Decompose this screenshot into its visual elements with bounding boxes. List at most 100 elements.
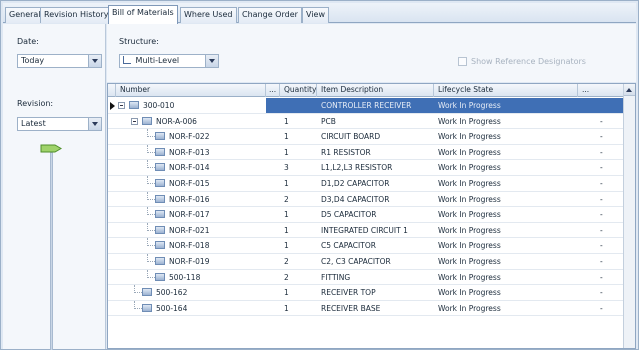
item-number[interactable]: 500-164	[156, 301, 266, 316]
tree-connector	[134, 300, 142, 309]
structure-area: Structure: Multi-Level Show Reference De…	[107, 24, 636, 82]
tab-general[interactable]: General	[5, 7, 45, 23]
item-lifecycle-state: Work In Progress	[438, 194, 501, 204]
table-row[interactable]: NOR-F-017 1 D5 CAPACITOR Work In Progress -	[108, 207, 624, 223]
table-row[interactable]: NOR-F-015 1 D1,D2 CAPACITOR Work In Progres…	[108, 176, 624, 192]
tab-bill-of-materials[interactable]: Bill of Materials	[108, 5, 178, 24]
item-lifecycle-state: Work In Progress	[438, 225, 501, 235]
item-lifecycle-state: Work In Progress	[438, 132, 501, 142]
scroll-up-icon[interactable]	[624, 84, 635, 96]
table-row[interactable]: NOR-F-022 1 CIRCUIT BOARD Work In Progress -	[108, 129, 624, 145]
item-icon	[155, 241, 165, 250]
table-row[interactable]: NOR-F-013 1 R1 RESISTOR Work In Progress -	[108, 144, 624, 161]
grid-header: Number ... Quantity Item Description Lif…	[108, 84, 635, 97]
item-quantity	[266, 98, 317, 113]
item-description: R1 RESISTOR	[321, 147, 371, 157]
chevron-down-icon[interactable]	[88, 55, 101, 67]
table-row[interactable]: NOR-F-019 2 C2, C3 CAPACITOR Work In Progre…	[108, 254, 624, 270]
item-flag: -	[600, 303, 603, 313]
chevron-down-icon[interactable]	[205, 55, 218, 67]
column-number[interactable]: Number	[116, 84, 266, 97]
item-lifecycle-state: Work In Progress	[438, 163, 501, 173]
item-number[interactable]: NOR-F-021	[169, 223, 266, 238]
table-row[interactable]: 500-164 1 RECEIVER BASE Work In Progress -	[108, 300, 624, 317]
tab-revision-history[interactable]: Revision History	[40, 7, 113, 23]
column-lifecycle-state[interactable]: Lifecycle State	[434, 84, 578, 97]
table-row[interactable]: 500-118 2 FITTING Work In Progress -	[108, 269, 624, 286]
tree-connector	[147, 191, 155, 200]
item-icon	[142, 288, 152, 297]
item-quantity: 3	[284, 163, 289, 173]
item-description: INTEGRATED CIRCUIT 1	[321, 225, 408, 235]
tree-connector	[147, 160, 155, 169]
grid-scrollbar[interactable]	[623, 84, 635, 348]
item-lifecycle-state: Work In Progress	[438, 147, 501, 157]
item-description: D5 CAPACITOR	[321, 210, 377, 220]
item-number[interactable]: 300-010	[143, 98, 266, 113]
table-row[interactable]: NOR-F-016 2 D3,D4 CAPACITOR Work In Progres…	[108, 191, 624, 208]
item-quantity: 2	[284, 194, 289, 204]
table-row[interactable]: 500-162 1 RECEIVER TOP Work In Progress -	[108, 285, 624, 301]
tree-connector	[147, 269, 155, 278]
table-row[interactable]: NOR-F-014 3 L1,L2,L3 RESISTOR Work In Progr…	[108, 160, 624, 176]
table-row[interactable]: NOR-F-018 1 C5 CAPACITOR Work In Progress -	[108, 238, 624, 254]
row-selector-header	[108, 84, 116, 97]
table-row[interactable]: 300-010 CONTROLLER RECEIVER Work In Progre…	[108, 98, 624, 114]
item-description: C5 CAPACITOR	[321, 241, 376, 251]
revision-slider-track[interactable]	[50, 152, 53, 350]
item-flag: -	[600, 163, 603, 173]
item-flag: -	[600, 225, 603, 235]
multilevel-icon	[123, 56, 131, 64]
structure-label: Structure:	[119, 37, 159, 46]
filter-panel: Date: Today Revision: Latest	[3, 24, 106, 350]
tab-view[interactable]: View	[302, 7, 329, 23]
column-more[interactable]: ...	[578, 84, 624, 97]
item-quantity: 1	[284, 210, 289, 220]
item-quantity: 1	[284, 116, 289, 126]
column-item-description[interactable]: Item Description	[317, 84, 434, 97]
collapse-icon[interactable]	[131, 117, 138, 125]
item-number[interactable]: NOR-F-022	[169, 129, 266, 144]
item-number[interactable]: NOR-F-019	[169, 254, 266, 269]
date-select[interactable]: Today	[17, 54, 102, 68]
item-number[interactable]: NOR-F-017	[169, 207, 266, 222]
item-number[interactable]: NOR-A-006	[156, 114, 266, 129]
item-quantity: 2	[284, 257, 289, 266]
structure-select[interactable]: Multi-Level	[119, 54, 219, 68]
item-icon	[155, 272, 165, 281]
show-reference-designators-checkbox[interactable]	[458, 57, 467, 66]
bom-grid: Number ... Quantity Item Description Lif…	[107, 83, 636, 349]
item-icon	[142, 116, 152, 125]
collapse-icon[interactable]	[118, 102, 125, 109]
chevron-down-icon[interactable]	[88, 118, 101, 130]
item-number[interactable]: NOR-F-015	[169, 176, 266, 191]
item-number[interactable]: NOR-F-018	[169, 238, 266, 253]
tab-where-used[interactable]: Where Used	[180, 7, 237, 23]
tab-bar: General Revision History Bill of Materia…	[3, 3, 636, 24]
table-row[interactable]: NOR-F-021 1 INTEGRATED CIRCUIT 1 Work In Pr…	[108, 222, 624, 239]
item-lifecycle-state: Work In Progress	[438, 272, 501, 282]
item-description: D3,D4 CAPACITOR	[321, 194, 390, 204]
item-quantity: 1	[284, 288, 289, 298]
revision-value: Latest	[21, 119, 46, 128]
column-ellipsis[interactable]: ...	[266, 84, 280, 97]
item-icon	[155, 147, 165, 156]
item-number[interactable]: NOR-F-016	[169, 192, 266, 207]
item-flag: -	[600, 257, 603, 266]
item-number[interactable]: NOR-F-014	[169, 160, 266, 175]
item-quantity: 1	[284, 132, 289, 142]
item-lifecycle-state: Work In Progress	[438, 210, 501, 220]
table-row[interactable]: NOR-A-006 1 PCB Work In Progress -	[108, 114, 624, 130]
item-number[interactable]: 500-118	[169, 270, 266, 285]
item-lifecycle-state: Work In Progress	[438, 288, 501, 298]
tree-connector	[147, 144, 155, 153]
item-number[interactable]: 500-162	[156, 285, 266, 300]
column-quantity[interactable]: Quantity	[280, 84, 317, 97]
revision-select[interactable]: Latest	[17, 117, 102, 131]
item-flag: -	[600, 272, 603, 282]
revision-slider-thumb[interactable]	[40, 144, 62, 153]
item-description: PCB	[321, 116, 336, 126]
item-description: C2, C3 CAPACITOR	[321, 257, 391, 266]
tab-change-order[interactable]: Change Order	[238, 7, 302, 23]
item-number[interactable]: NOR-F-013	[169, 145, 266, 160]
